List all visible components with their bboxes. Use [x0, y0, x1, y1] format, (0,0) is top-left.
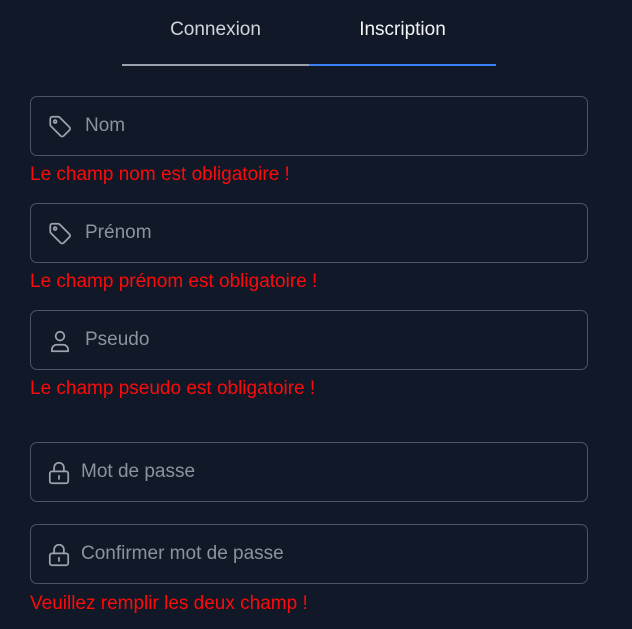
prenom-input[interactable]: [85, 204, 575, 262]
prenom-field[interactable]: [30, 203, 588, 263]
tag-icon: [47, 221, 73, 247]
nom-error-message: Le champ nom est obligatoire !: [30, 164, 290, 185]
tab-connexion-label: Connexion: [170, 19, 261, 40]
pseudo-field[interactable]: [30, 310, 588, 370]
nom-field[interactable]: [30, 96, 588, 156]
pseudo-error-message: Le champ pseudo est obligatoire !: [30, 378, 316, 399]
lock-icon: [46, 460, 72, 486]
lock-icon: [46, 542, 72, 568]
password-input[interactable]: [81, 443, 575, 501]
tab-inscription[interactable]: Inscription: [309, 0, 496, 66]
pseudo-input[interactable]: [85, 311, 575, 369]
auth-tabs: Connexion Inscription: [122, 0, 496, 66]
confirm-password-input[interactable]: [81, 525, 575, 583]
tab-inscription-label: Inscription: [359, 19, 446, 40]
prenom-error-message: Le champ prénom est obligatoire !: [30, 271, 318, 292]
password-error-message: Veuillez remplir les deux champ !: [30, 593, 308, 614]
user-icon: [47, 328, 73, 354]
password-field[interactable]: [30, 442, 588, 502]
tag-icon: [47, 114, 73, 140]
nom-input[interactable]: [85, 97, 575, 155]
confirm-password-field[interactable]: [30, 524, 588, 584]
register-page: Connexion Inscription Le champ nom est o…: [0, 0, 632, 629]
tab-connexion[interactable]: Connexion: [122, 0, 309, 66]
